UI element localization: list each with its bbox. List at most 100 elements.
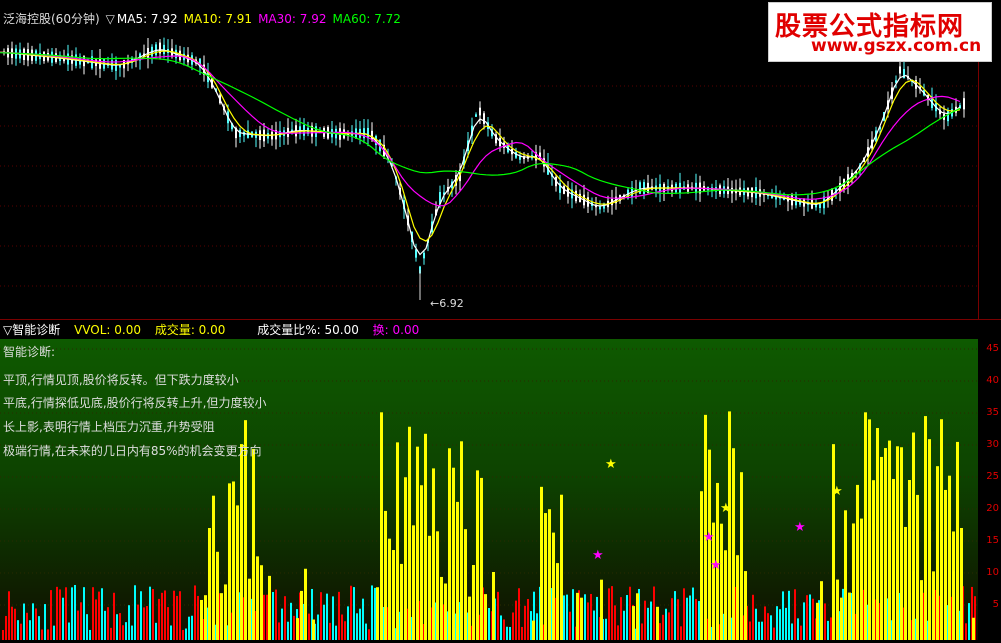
vvol-bar <box>208 528 211 640</box>
volume-bar <box>692 587 694 640</box>
vvol-bar <box>832 444 835 640</box>
signal-star-icon: ★ <box>794 520 806 535</box>
panel-divider[interactable] <box>0 319 1001 320</box>
axis-tick: 5 <box>992 599 999 610</box>
candle-body <box>483 113 485 124</box>
vvol-bar <box>736 555 739 640</box>
diagnosis-title: 智能诊断: <box>3 345 56 359</box>
indicator-panel[interactable]: ★ ★ ★ ★ ★ ★ ★ 智能诊断: 平顶,行情见顶,股价将反转。但下跌力度较小 平底,行… <box>0 339 978 640</box>
volume-bar <box>803 602 805 640</box>
volume-bar <box>68 622 70 640</box>
volume-bar <box>83 587 85 640</box>
vvol-bar <box>720 523 723 640</box>
vvol-bar <box>880 456 883 640</box>
indicator-name[interactable]: ▽智能诊断 <box>3 323 60 337</box>
volume-bar <box>353 587 355 640</box>
volume-bar <box>965 623 967 640</box>
vvol-bar <box>236 505 239 640</box>
ma30-line <box>0 51 961 207</box>
vvol-bar <box>204 595 207 640</box>
volume-bar <box>101 588 103 640</box>
volume-bar <box>191 615 193 640</box>
ma-legend: 泛海控股(60分钟) ▽ MA5: 7.92 MA10: 7.91 MA30: 7.92… <box>3 10 407 26</box>
volume-bar <box>686 597 688 640</box>
vvol-bar <box>956 441 959 640</box>
vvol-bar <box>392 550 395 640</box>
volume-bar <box>827 620 829 640</box>
volume-bar <box>782 591 784 640</box>
volume-bar <box>290 602 292 640</box>
low-price-value: 6.92 <box>439 297 464 310</box>
vvol-bar <box>556 563 559 640</box>
vvol-bar <box>888 440 891 640</box>
volume-bar <box>629 586 631 640</box>
volume-bar <box>356 613 358 640</box>
vvol-bar <box>232 481 235 640</box>
volume-bar <box>338 591 340 640</box>
volume-bar <box>566 594 568 640</box>
volume-bar <box>755 608 757 640</box>
vvol-bar <box>940 419 943 640</box>
vvol-bar <box>632 606 635 640</box>
volume-bar <box>26 612 28 640</box>
vvol-bar <box>380 412 383 640</box>
volume-bar <box>140 591 142 640</box>
vvol-bar <box>728 411 731 640</box>
vvol-bar <box>836 579 839 640</box>
volume-bar <box>797 618 799 640</box>
volume-bar <box>647 607 649 640</box>
volume-bar <box>287 621 289 640</box>
volume-bar <box>500 615 502 640</box>
vvol-bar <box>448 448 451 640</box>
volume-bar <box>164 590 166 640</box>
volume-bar <box>572 589 574 640</box>
candle-body <box>479 107 481 116</box>
volume-bar <box>143 607 145 640</box>
volume-bar <box>17 620 19 640</box>
diagnosis-line-4: 极端行情,在未来的几日内有85%的机会变更方向 <box>3 444 262 458</box>
vvol-bar <box>480 477 483 640</box>
vvol-bar <box>432 468 435 640</box>
volume-bar <box>197 595 199 640</box>
vvol-bar <box>248 578 251 640</box>
volume-bar <box>596 596 598 640</box>
volume-bar <box>158 598 160 640</box>
vvol-bar <box>904 526 907 640</box>
volume-bar <box>593 610 595 640</box>
volume-bar <box>689 595 691 640</box>
volume-bar <box>263 594 265 640</box>
candle-body <box>423 252 425 259</box>
axis-tick: 25 <box>986 471 999 482</box>
vvol-bar <box>532 620 535 640</box>
vvol-bar <box>576 592 579 640</box>
volume-bar <box>155 622 157 640</box>
legend-toggle-icon[interactable]: ▽ <box>106 12 115 26</box>
volume-bar <box>98 591 100 640</box>
volume-bar <box>161 592 163 640</box>
volume-bar <box>41 629 43 640</box>
candle-body <box>639 182 641 194</box>
vvol-bar <box>656 606 659 640</box>
volume-bar <box>5 615 7 640</box>
candle-body <box>415 249 417 258</box>
vvol-bar <box>424 433 427 640</box>
vvol-bar <box>220 593 223 640</box>
volume-bar <box>20 623 22 640</box>
volume-bar <box>773 627 775 640</box>
volume-bar <box>56 586 58 640</box>
vvol-bar <box>920 580 923 640</box>
volume-bar <box>680 626 682 640</box>
volume-bar <box>497 591 499 640</box>
volume-bar <box>608 588 610 640</box>
volume-bar <box>515 600 517 640</box>
volume-bar <box>38 616 40 640</box>
volume-bar <box>749 621 751 640</box>
vvol-bar <box>436 531 439 640</box>
volume-bar <box>59 589 61 640</box>
vvol-bar <box>924 416 927 640</box>
volume-bar <box>278 622 280 640</box>
vvol-bar <box>384 510 387 640</box>
volume-bar <box>779 609 781 640</box>
volume-bar <box>266 594 268 640</box>
volume-bar <box>776 606 778 640</box>
